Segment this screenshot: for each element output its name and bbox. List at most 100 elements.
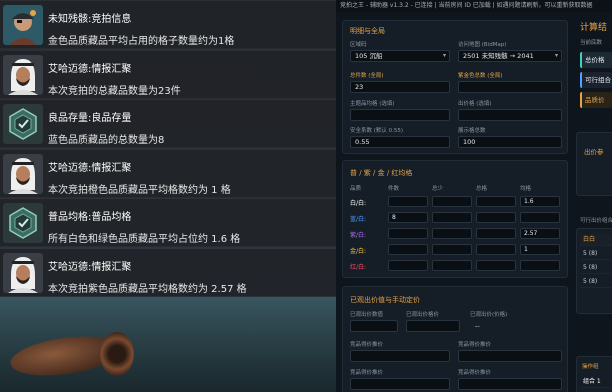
combo-table-header: 白白: [580, 234, 612, 246]
bid-params-label: 出价参: [584, 148, 604, 156]
total-count-input[interactable]: 23: [350, 81, 450, 93]
feed-card-title: 未知残骸:竞拍信息: [48, 14, 132, 25]
total-count-label: 总件数 (全局): [350, 73, 384, 79]
combo-row[interactable]: 5 (8): [580, 262, 612, 274]
grid-cell-input[interactable]: [388, 228, 428, 239]
feed-card-description: 本次竞拍的总藏品数量为23件: [48, 85, 181, 97]
safety-factor-label: 安全系数 (默认 0.55): [350, 128, 404, 134]
grid-cell-input[interactable]: [476, 244, 516, 255]
map-path-label: 访问地图 (BidMap): [458, 42, 507, 48]
bid-field-2-label: 已观出价格价: [406, 312, 440, 318]
pirate-avatar: [3, 5, 43, 45]
arab-merchant-avatar: [3, 153, 43, 194]
grid-column-header: 件数: [388, 186, 400, 192]
bid-field-1[interactable]: [350, 320, 398, 332]
out-grid-input[interactable]: [458, 109, 562, 121]
arab-merchant-avatar: [3, 54, 43, 95]
feed-card: 艾哈迈德:情报汇聚本次竞拍橙色品质藏品平均格数约为 1 格: [0, 149, 336, 198]
valid-combo-card: 可行组合: [580, 72, 612, 88]
feed-card-title: 艾哈迈德:情报汇聚: [48, 63, 132, 75]
grid-cell-input[interactable]: [476, 196, 516, 207]
arab-merchant-avatar: [3, 252, 43, 293]
grid-cell-input[interactable]: [476, 212, 516, 223]
theme-grid-input[interactable]: [350, 109, 450, 121]
grid-cell-input[interactable]: [432, 196, 472, 207]
grid-cell-input[interactable]: [388, 196, 428, 207]
feed-card-title: 艾哈迈德:情报汇聚: [48, 162, 132, 174]
grid-cell-input[interactable]: [388, 260, 428, 271]
hex-badge-avatar: [3, 104, 43, 144]
bid-field-4[interactable]: [350, 350, 450, 362]
bid-field-6-label: 竞品得价推价: [350, 370, 384, 376]
grid-column-header: 均格: [520, 186, 532, 192]
safety-factor-input[interactable]: 0.55: [350, 136, 450, 148]
bid-field-2[interactable]: [406, 320, 460, 332]
feed-card-description: 金色品质藏品平均占用的格子数量约为1格: [48, 36, 235, 47]
combo-label: 可行出价组合: [580, 218, 612, 224]
feed-card-description: 本次竞拍橙色品质藏品平均格数约为 1 格: [48, 184, 231, 196]
grid-cell-input[interactable]: [476, 260, 516, 271]
bid-field-4-label: 竞品得价推价: [350, 342, 384, 348]
theme-grid-label: 主题品均格 (选填): [350, 101, 395, 107]
calculator-window: 竞拍之王 - 辅助器 v1.3.2 - 已连接 | 当前房间 ID 已加载 | …: [336, 0, 612, 392]
bid-field-3-label: 已观出价(价格): [470, 312, 508, 318]
grid-cell-input[interactable]: [388, 244, 428, 255]
chat-feed: 未知残骸:竞拍信息 金色品质藏品平均占用的格子数量约为1格 艾哈迈德:情报汇聚 本次竞…: [0, 0, 336, 392]
grid-cell-input[interactable]: [520, 212, 560, 223]
bid-field-7-label: 竞品得价推价: [458, 370, 492, 376]
action-combo-value[interactable]: 组合 1: [580, 376, 612, 388]
grid-cell-input[interactable]: [432, 260, 472, 271]
quality-grid-header: 普 / 紫 / 金 / 红均格: [350, 169, 413, 177]
grid-cell-input[interactable]: 8: [388, 212, 428, 223]
feed-card-title: 艾哈迈德:情报汇聚: [48, 261, 132, 273]
bid-panel-header: 已观出价值与手动定价: [350, 296, 420, 304]
grid-cell-input[interactable]: [432, 228, 472, 239]
grid-row-label: 白/白:: [350, 200, 367, 207]
map-path-select[interactable]: 2501 未知残骸 → 2041: [458, 50, 562, 62]
grid-cell-input[interactable]: 1.6: [520, 196, 560, 207]
feed-card: 良品存量:良品存量蓝色品质藏品的总数量为8: [0, 100, 336, 148]
combo-row[interactable]: 5 (8): [580, 248, 612, 260]
gold-total-label: 紫金色总数 (全局): [458, 73, 503, 79]
feed-card: 普品均格:普品均格 所有白色和绿色品质藏品平均占位约 1.6 格: [0, 199, 336, 247]
grid-cell-input[interactable]: 1: [520, 244, 560, 255]
grid-cell-input[interactable]: [432, 212, 472, 223]
grid-cell-input[interactable]: 2.57: [520, 228, 560, 239]
feed-card: 艾哈迈德:情报汇聚本次竞拍紫色品质藏品平均格数约为 2.57 格: [0, 248, 336, 297]
grid-row-label: 红/白:: [350, 264, 367, 271]
grid-cell-input[interactable]: [432, 244, 472, 255]
feed-card-title: 普品均格:普品均格: [48, 212, 132, 223]
showcase-label: 展示格总数: [458, 128, 486, 134]
zone-label: 区域码: [350, 42, 367, 48]
total-price-card: 总价格: [580, 52, 612, 68]
grid-row-label: 金/白:: [350, 248, 367, 255]
bid-field-7[interactable]: [458, 378, 562, 390]
bid-params-panel: [576, 132, 612, 196]
rusty-pipe-end: [100, 332, 134, 376]
grid-cell-input[interactable]: [520, 260, 560, 271]
gold-total-input[interactable]: [458, 81, 562, 93]
bid-field-6[interactable]: [350, 378, 450, 390]
showcase-input[interactable]: 100: [458, 136, 562, 148]
feed-card-description: 蓝色品质藏品的总数量为8: [48, 135, 165, 146]
window-title: 竞拍之王 - 辅助器 v1.3.2 - 已连接 | 当前房间 ID 已加载 | …: [336, 0, 612, 12]
action-panel-header: 操作组: [582, 364, 599, 370]
feed-card-description: 本次竞拍紫色品质藏品平均格数约为 2.57 格: [48, 283, 247, 295]
combo-row[interactable]: 5 (8): [580, 276, 612, 288]
grid-column-header: 总少: [432, 186, 444, 192]
grid-column-header: 品质: [350, 186, 362, 192]
bid-field-1-label: 已观出价数值: [350, 312, 384, 318]
bid-field-5-label: 竞品得价推价: [458, 342, 492, 348]
zone-select[interactable]: 105 沉船: [350, 50, 450, 62]
basic-settings-header: 明细与全局: [350, 27, 385, 35]
out-grid-label: 出价格 (选填): [458, 101, 492, 107]
feed-card-title: 良品存量:良品存量: [48, 113, 132, 124]
hex-badge-avatar: [3, 203, 43, 243]
grid-row-label: 蓝/白:: [350, 216, 367, 223]
grid-cell-input[interactable]: [476, 228, 516, 239]
bid-field-3[interactable]: --: [470, 320, 562, 332]
quality-price-card: 品质价: [580, 92, 612, 108]
grid-column-header: 总格: [476, 186, 488, 192]
results-title: 计算结: [580, 23, 608, 33]
bid-field-5[interactable]: [458, 350, 562, 362]
